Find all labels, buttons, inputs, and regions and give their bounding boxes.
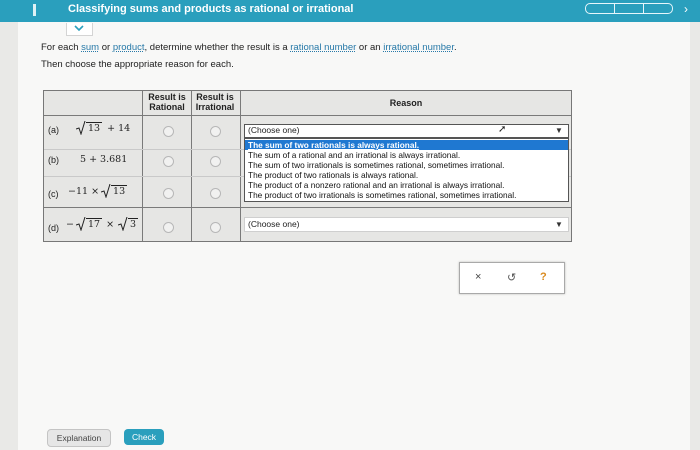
mouse-cursor-icon: ➚ bbox=[498, 124, 507, 135]
dropdown-arrow-icon[interactable]: ▼ bbox=[555, 126, 563, 135]
row-label-a: (a) bbox=[48, 125, 59, 135]
top-bar: Classifying sums and products as rationa… bbox=[0, 0, 700, 22]
header-irrational: Result is Irrational bbox=[195, 92, 235, 112]
sqrt-icon: 17 bbox=[75, 217, 103, 231]
undo-icon[interactable]: ↺ bbox=[507, 271, 516, 284]
reason-option[interactable]: The sum of two rationals is always ratio… bbox=[245, 140, 568, 150]
progress-indicator bbox=[585, 3, 673, 14]
radio-b-rational[interactable] bbox=[163, 156, 174, 167]
sqrt-icon: 13 bbox=[76, 121, 103, 135]
explanation-button[interactable]: Explanation bbox=[47, 429, 111, 447]
reason-select-a[interactable]: (Choose one) bbox=[244, 124, 569, 138]
chevron-down-icon bbox=[74, 25, 84, 32]
header-rational: Result is Rational bbox=[148, 92, 186, 112]
answer-actions: × ↺ ? bbox=[459, 262, 565, 294]
header-reason: Reason bbox=[389, 98, 423, 108]
reason-option[interactable]: The sum of two irrationals is sometimes … bbox=[245, 160, 568, 170]
radio-d-irrational[interactable] bbox=[210, 222, 221, 233]
row-label-c: (c) bbox=[48, 189, 59, 199]
reason-option[interactable]: The sum of a rational and an irrational … bbox=[245, 150, 568, 160]
sqrt-icon: 13 bbox=[101, 184, 128, 198]
radio-d-rational[interactable] bbox=[163, 222, 174, 233]
check-button[interactable]: Check bbox=[124, 429, 164, 445]
expression-a: 13 + 14 bbox=[74, 121, 130, 135]
reason-option[interactable]: The product of two rationals is always r… bbox=[245, 170, 568, 180]
expression-b: 5 + 3.681 bbox=[80, 154, 128, 165]
instruction-line-2: Then choose the appropriate reason for e… bbox=[41, 59, 234, 70]
dropdown-arrow-icon[interactable]: ▼ bbox=[555, 220, 563, 229]
hamburger-icon[interactable] bbox=[33, 4, 45, 16]
reason-select-d[interactable]: (Choose one) bbox=[244, 217, 569, 232]
expression-c: −11 × 13 bbox=[68, 184, 128, 198]
product-link[interactable]: product bbox=[113, 42, 145, 53]
radio-c-rational[interactable] bbox=[163, 188, 174, 199]
rational-number-link[interactable]: rational number bbox=[290, 42, 356, 53]
sqrt-icon: 3 bbox=[118, 217, 139, 231]
page-title: Classifying sums and products as rationa… bbox=[68, 3, 354, 15]
radio-c-irrational[interactable] bbox=[210, 188, 221, 199]
radio-a-irrational[interactable] bbox=[210, 126, 221, 137]
irrational-number-link[interactable]: irrational number bbox=[383, 42, 454, 53]
expression-d: − 17 × 3 bbox=[66, 217, 139, 231]
reason-option[interactable]: The product of a nonzero rational and an… bbox=[245, 180, 568, 190]
radio-a-rational[interactable] bbox=[163, 126, 174, 137]
clear-icon[interactable]: × bbox=[475, 271, 481, 283]
instruction-line-1: For each sum or product, determine wheth… bbox=[41, 42, 457, 53]
row-label-b: (b) bbox=[48, 155, 59, 165]
reason-option[interactable]: The product of two irrationals is someti… bbox=[245, 190, 568, 200]
reason-options-list: The sum of two rationals is always ratio… bbox=[244, 138, 569, 202]
help-icon[interactable]: ? bbox=[540, 271, 547, 283]
chevron-right-icon[interactable]: › bbox=[684, 2, 688, 16]
radio-b-irrational[interactable] bbox=[210, 156, 221, 167]
collapse-toggle[interactable] bbox=[66, 23, 93, 36]
sum-link[interactable]: sum bbox=[81, 42, 99, 53]
row-label-d: (d) bbox=[48, 223, 59, 233]
